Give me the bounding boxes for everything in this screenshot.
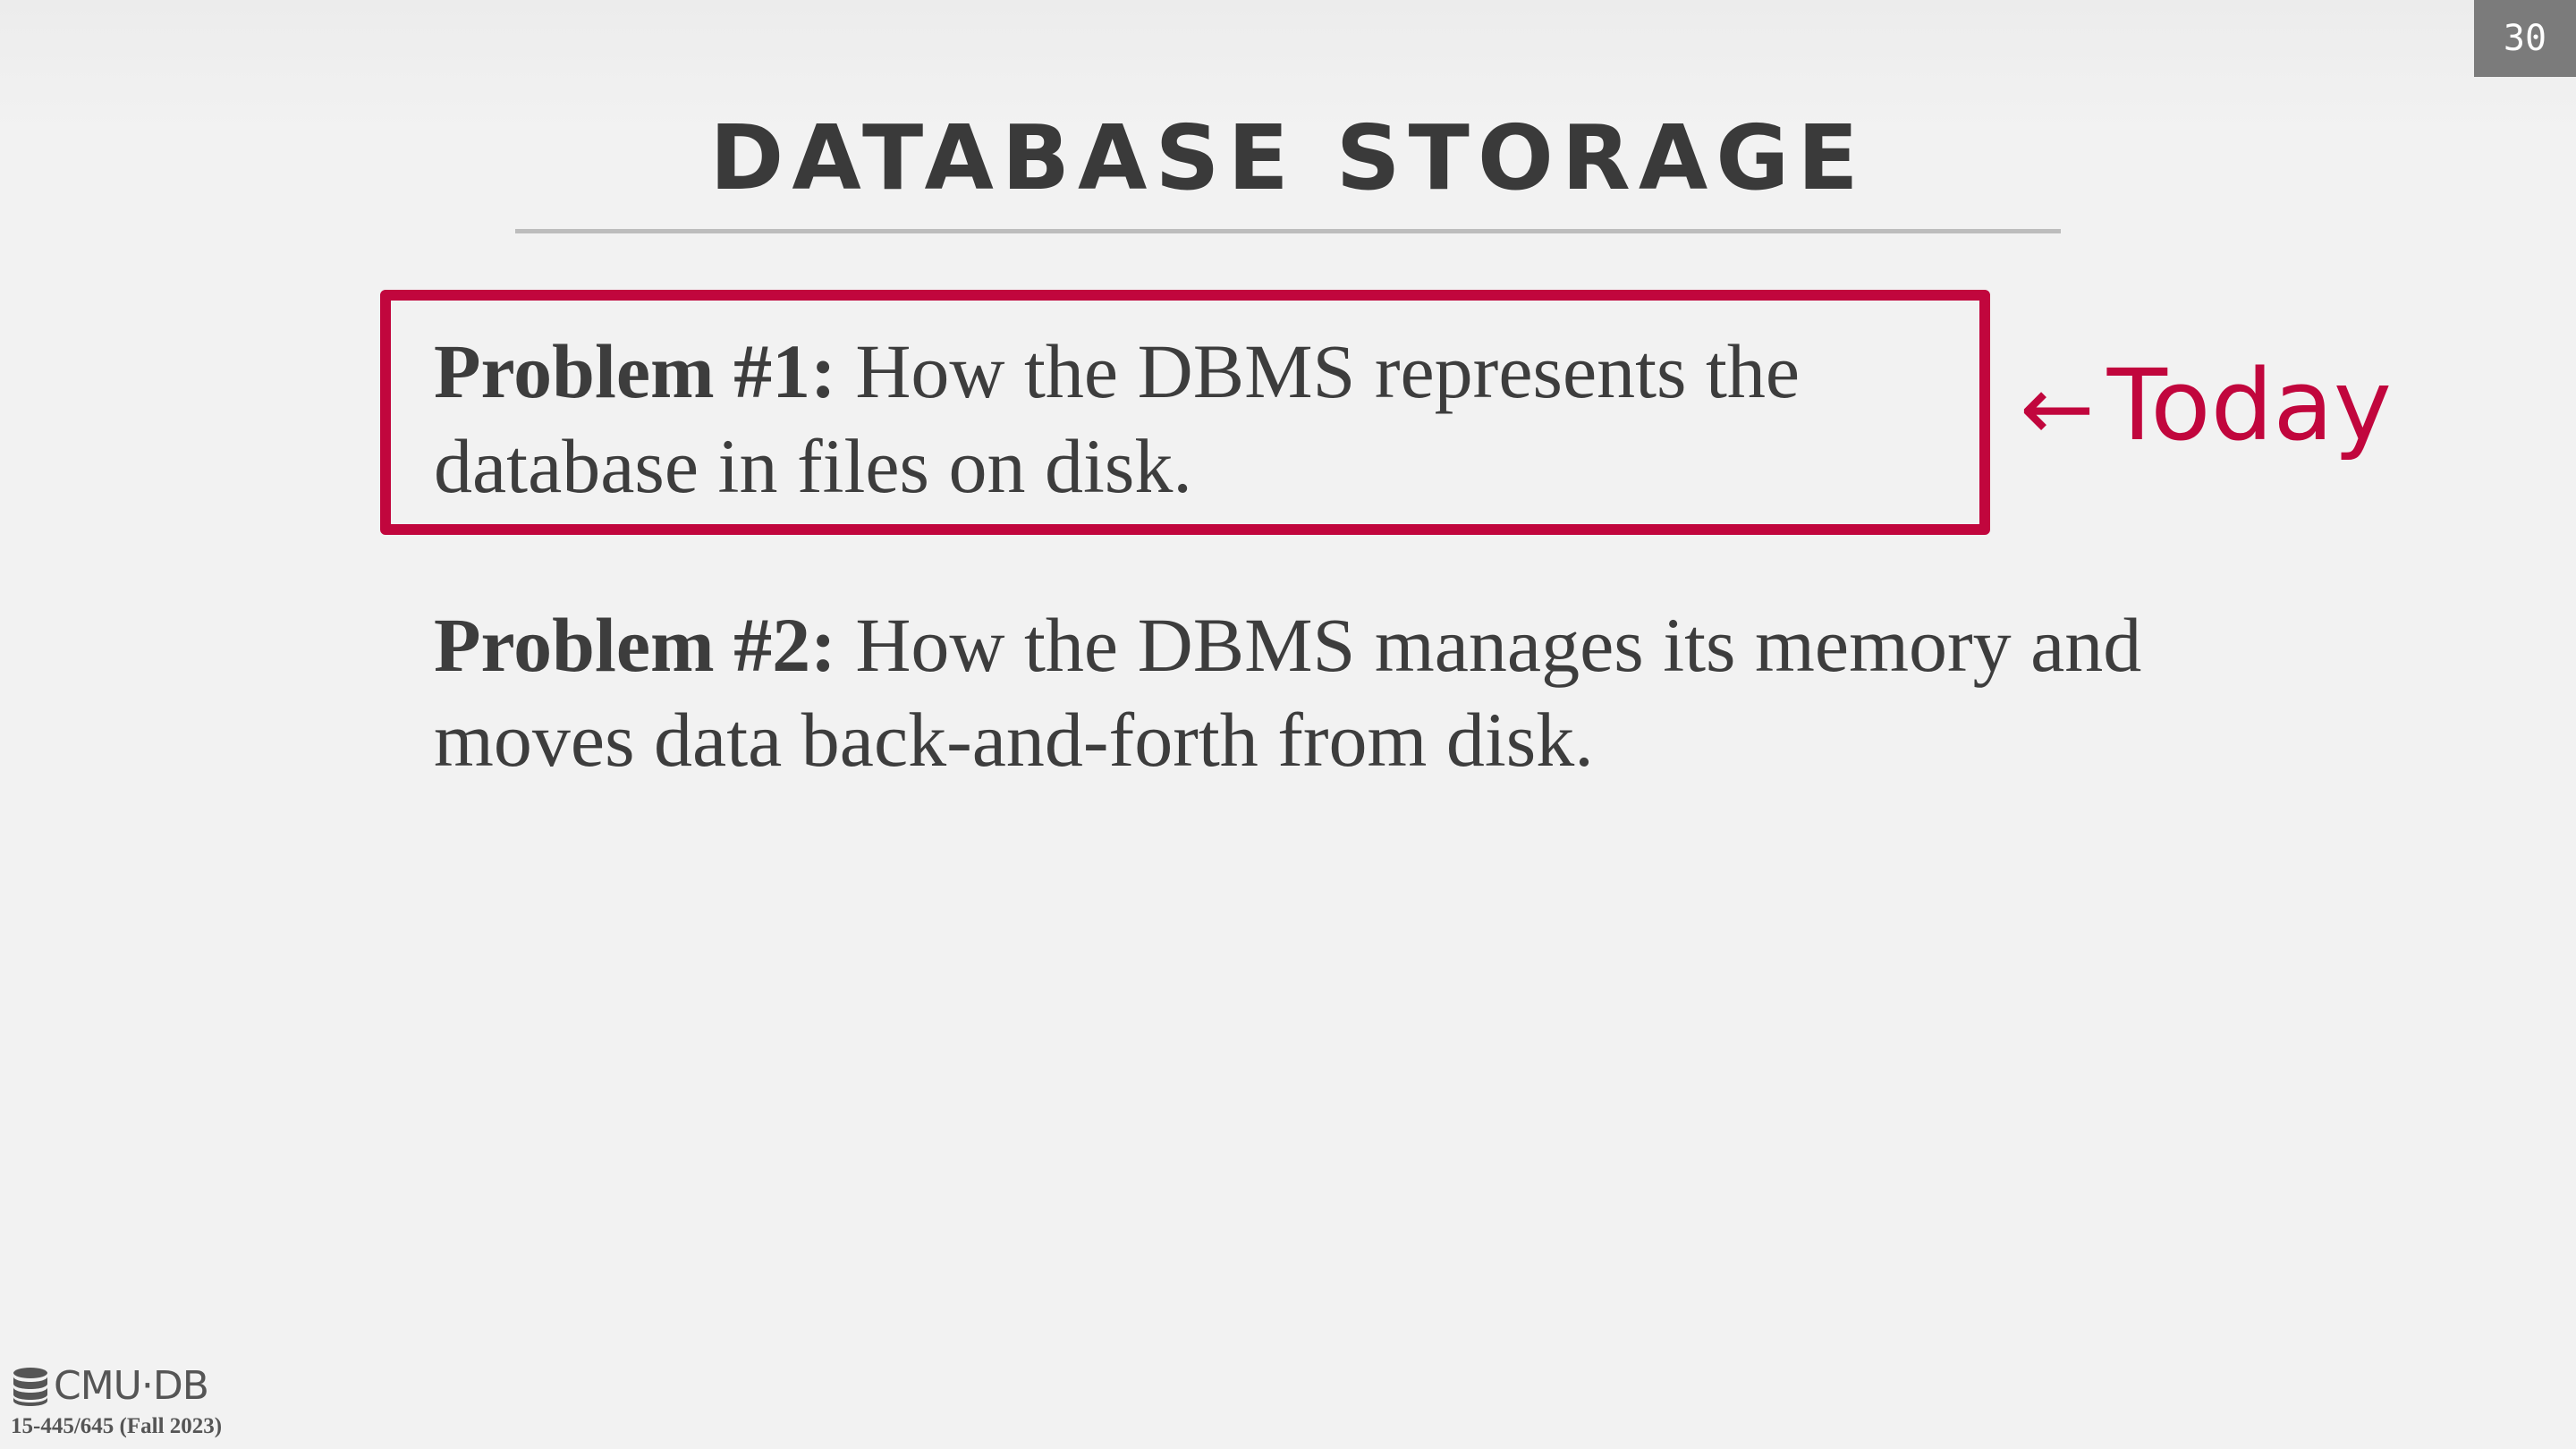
today-callout: ← Today [2020, 347, 2392, 467]
problem-1: Problem #1: How the DBMS represents the … [434, 324, 1954, 513]
slide-title: DATABASE STORAGE [709, 106, 1867, 210]
cmu-db-logo: CMU·DB [11, 1361, 209, 1411]
problem-2-label: Problem #2: [434, 602, 836, 688]
logo-text: CMU·DB [54, 1363, 209, 1409]
today-label: Today [2106, 348, 2392, 462]
left-arrow-icon: ← [2020, 356, 2095, 461]
slide: 30 DATABASE STORAGE Problem #1: How the … [0, 0, 2576, 1449]
problem-2: Problem #2: How the DBMS manages its mem… [434, 597, 2223, 787]
title-divider [515, 229, 2061, 233]
database-icon [13, 1368, 47, 1406]
page-number: 30 [2474, 0, 2576, 77]
problem-1-label: Problem #1: [434, 328, 836, 414]
course-label: 15-445/645 (Fall 2023) [11, 1414, 223, 1438]
